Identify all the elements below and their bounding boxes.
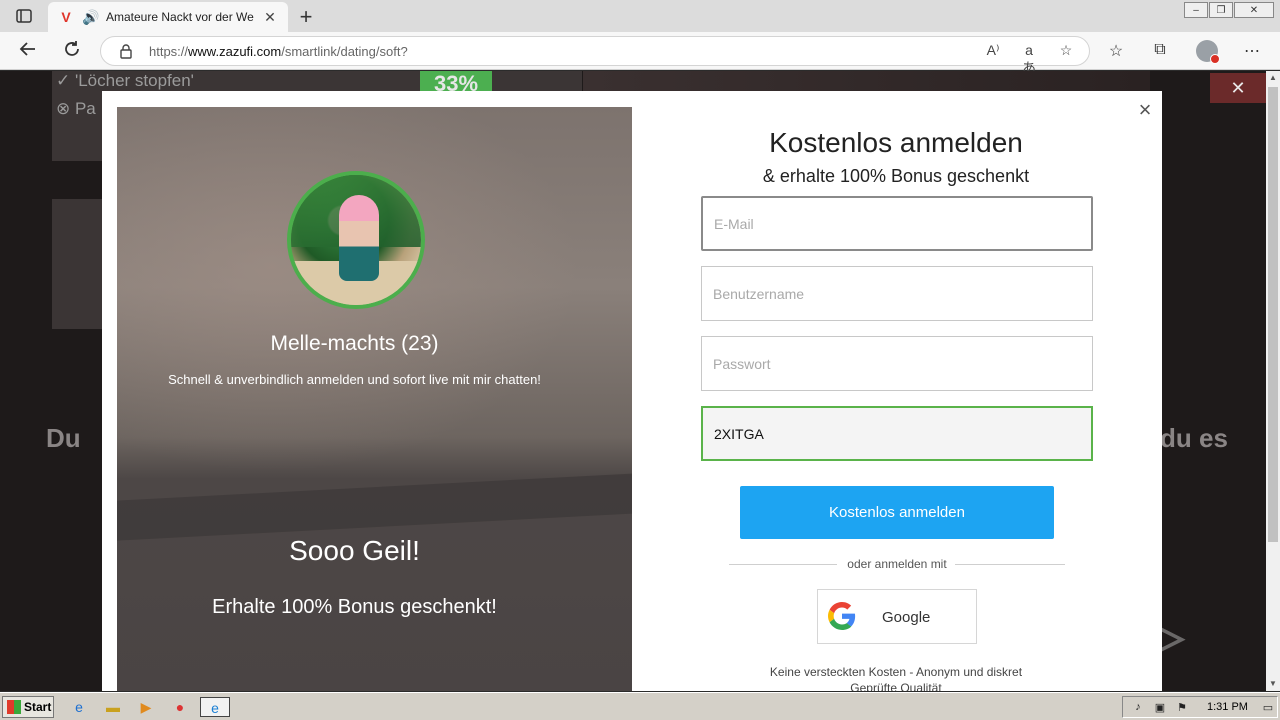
blurred-background: [117, 107, 632, 507]
password-field[interactable]: [701, 336, 1093, 391]
scroll-thumb[interactable]: [1268, 87, 1278, 542]
start-label: Start: [24, 700, 52, 714]
promo-code-field[interactable]: [701, 406, 1093, 461]
or-divider: oder anmelden mit: [729, 557, 1065, 573]
modal-close-button[interactable]: ×: [1134, 99, 1156, 121]
windows-taskbar: Start e ▬ ▶ ● e ♪ ▣ ⚑ 1:31 PM ▭: [0, 692, 1280, 720]
media-player-icon[interactable]: ▶: [135, 697, 157, 717]
form-title: Kostenlos anmelden: [769, 127, 1023, 158]
profile-name: Melle-machts: [270, 332, 396, 355]
system-tray: ♪ ▣ ⚑ 1:31 PM ▭: [1122, 696, 1278, 718]
footer-line-1: Keine versteckten Kosten - Anonym und di…: [769, 665, 1023, 679]
profile-name-line: Melle-machts (23): [117, 332, 592, 356]
restore-button[interactable]: ❐: [1209, 2, 1233, 18]
scroll-up-icon[interactable]: ▲: [1266, 71, 1280, 85]
signup-modal: Melle-machts (23) Schnell & unverbindlic…: [102, 91, 1162, 691]
background-close-button[interactable]: ✕: [1210, 73, 1266, 103]
flag-icon[interactable]: ⚑: [1175, 701, 1189, 714]
start-button[interactable]: Start: [2, 696, 54, 718]
new-tab-button[interactable]: +: [296, 4, 316, 30]
network-icon[interactable]: ▣: [1153, 701, 1167, 714]
explorer-icon[interactable]: ▬: [102, 697, 124, 717]
tab-actions-button[interactable]: [12, 7, 36, 25]
site-favicon-icon: V: [61, 9, 71, 25]
background-check-text: ✓ 'Löcher stopfen': [56, 71, 194, 90]
address-toolbar: https://www.zazufi.com/smartlink/dating/…: [0, 32, 1280, 76]
footer-line-2: Geprüfte Qualität: [850, 681, 942, 691]
promo-headline: Sooo Geil!: [289, 535, 420, 566]
google-signin-button[interactable]: Google: [817, 589, 977, 644]
page-scrollbar[interactable]: ▲ ▼: [1266, 71, 1280, 691]
or-text: oder anmelden mit: [847, 557, 947, 571]
tab-close-icon[interactable]: ✕: [262, 9, 278, 26]
lock-icon[interactable]: [119, 43, 133, 59]
show-desktop-icon[interactable]: ▭: [1261, 701, 1275, 714]
favorites-icon[interactable]: ☆: [1105, 41, 1127, 61]
tab-title: Amateure Nackt vor der Webcam: [106, 10, 254, 24]
audio-playing-icon[interactable]: 🔊: [82, 9, 100, 25]
collections-icon[interactable]: ⧉: [1149, 41, 1171, 59]
back-button[interactable]: [17, 40, 39, 62]
google-logo-icon: [828, 602, 856, 630]
profile-age: (23): [401, 332, 439, 355]
google-label: Google: [882, 609, 931, 626]
address-bar[interactable]: https://www.zazufi.com/smartlink/dating/…: [100, 36, 1090, 76]
profile-tagline: Schnell & unverbindlich anmelden und sof…: [168, 372, 541, 387]
background-headline-left: Du: [46, 423, 81, 453]
windows-logo-icon: [7, 700, 21, 714]
active-tab[interactable]: V 🔊 Amateure Nackt vor der Webcam ✕: [48, 2, 288, 32]
add-favorite-icon[interactable]: ☆: [1056, 42, 1076, 59]
edge-icon[interactable]: e: [200, 697, 230, 717]
signup-submit-button[interactable]: Kostenlos anmelden: [740, 486, 1054, 539]
scroll-down-icon[interactable]: ▼: [1266, 677, 1280, 691]
more-menu-icon[interactable]: ⋯: [1241, 41, 1263, 61]
volume-icon[interactable]: ♪: [1131, 701, 1145, 713]
profile-avatar[interactable]: [1196, 40, 1220, 64]
url-prefix: https://: [149, 44, 189, 59]
minimize-button[interactable]: –: [1184, 2, 1208, 18]
refresh-button[interactable]: [61, 40, 83, 62]
refresh-icon: [65, 41, 79, 56]
ie-icon[interactable]: e: [68, 697, 90, 717]
chrome-icon[interactable]: ●: [169, 697, 191, 717]
tab-bar: V 🔊 Amateure Nackt vor der Webcam ✕ + – …: [0, 0, 1280, 32]
background-x-text: ⊗ Pa: [56, 99, 96, 118]
clock[interactable]: 1:31 PM: [1207, 701, 1248, 713]
read-aloud-icon[interactable]: A⁾: [983, 42, 1003, 59]
promo-bonus: Erhalte 100% Bonus geschenkt!: [212, 596, 497, 618]
profile-avatar-photo: [287, 171, 425, 309]
username-field[interactable]: [701, 266, 1093, 321]
email-field[interactable]: [701, 196, 1093, 251]
back-arrow-icon: [19, 42, 35, 56]
profile-panel: Melle-machts (23) Schnell & unverbindlic…: [117, 107, 632, 691]
url-text[interactable]: https://www.zazufi.com/smartlink/dating/…: [149, 44, 408, 59]
tab-actions-icon: [16, 9, 32, 23]
person-figure: [339, 195, 379, 281]
url-host: www.zazufi.com: [188, 44, 282, 59]
window-close-button[interactable]: ✕: [1234, 2, 1274, 18]
form-subtitle: & erhalte 100% Bonus geschenkt: [762, 166, 1030, 186]
background-headline-right: du es: [1160, 423, 1228, 453]
url-path: /smartlink/dating/soft?: [281, 44, 408, 59]
